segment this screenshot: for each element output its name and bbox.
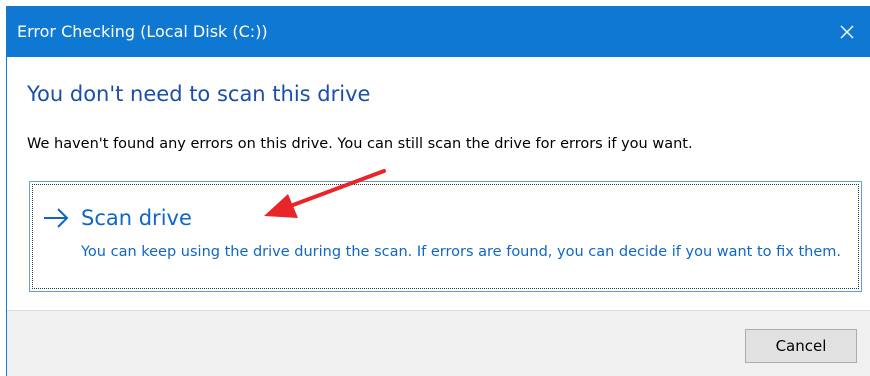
close-icon[interactable] [824,7,870,57]
dialog-heading: You don't need to scan this drive [27,82,371,106]
title-bar[interactable]: Error Checking (Local Disk (C:)) [7,7,870,57]
dialog-description: We haven't found any errors on this driv… [27,136,693,152]
error-checking-dialog: Error Checking (Local Disk (C:)) You don… [6,6,870,376]
dialog-footer: Cancel [7,310,870,376]
scan-drive-option[interactable]: Scan drive You can keep using the drive … [29,181,862,292]
window-title: Error Checking (Local Disk (C:)) [17,22,268,41]
scan-drive-description: You can keep using the drive during the … [81,244,841,260]
arrow-right-icon [41,205,71,231]
scan-drive-title: Scan drive [81,206,192,230]
scan-drive-option-focus[interactable]: Scan drive You can keep using the drive … [32,184,859,289]
cancel-button[interactable]: Cancel [745,329,857,363]
